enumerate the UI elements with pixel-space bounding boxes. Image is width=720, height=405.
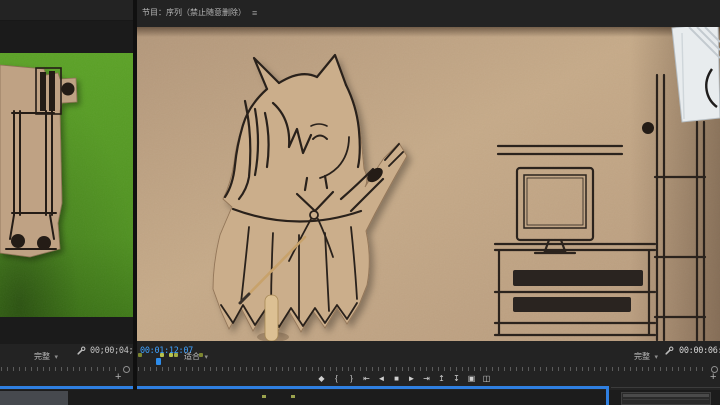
go-to-in-icon[interactable]: ⇤ [362, 374, 371, 384]
sequence-marker[interactable] [199, 353, 203, 357]
sequence-marker[interactable] [169, 353, 173, 357]
program-panel-title: 节目：序列（禁止随意删除） [142, 7, 246, 18]
panel-menu-icon[interactable]: ≡ [252, 8, 257, 18]
focused-panel-border [137, 386, 607, 389]
timeline-clip-sliver [291, 395, 295, 398]
chevron-down-icon: ▾ [54, 354, 58, 361]
playhead[interactable] [156, 358, 161, 365]
premiere-workspace: 完整 ▾ 00;00;04;34 + 节目：序列（禁止随意删除） ≡ [0, 0, 720, 405]
sequence-marker[interactable] [174, 353, 178, 357]
lift-icon[interactable]: ↥ [437, 374, 446, 384]
program-video-area[interactable] [137, 27, 720, 341]
zoom-level-dropdown[interactable]: 适合 ▾ [184, 346, 208, 364]
mark-out-icon[interactable]: } [347, 374, 356, 384]
transport-controls: ◆ { } ⇤ ◄ ■ ► ⇥ ↥ ↧ ▣ ◫ [317, 373, 491, 385]
step-forward-icon[interactable]: ► [407, 374, 416, 384]
focused-panel-border [0, 386, 133, 389]
wrench-icon[interactable] [665, 346, 674, 355]
resolution-label: 完整 [34, 352, 50, 361]
source-monitor-panel[interactable]: 完整 ▾ 00;00;04;34 + [0, 0, 133, 390]
timeline-clip-sliver [262, 395, 266, 398]
panel-border [611, 387, 720, 388]
source-button-editor[interactable]: + [115, 372, 121, 383]
mark-in-icon[interactable]: { [332, 374, 341, 384]
program-monitor-panel[interactable]: 节目：序列（禁止随意删除） ≡ [137, 0, 720, 390]
side-panel-sliver[interactable] [621, 392, 711, 405]
extract-icon[interactable]: ↧ [452, 374, 461, 384]
chevron-down-icon: ▾ [654, 354, 658, 361]
sequence-marker[interactable] [160, 353, 164, 357]
focused-panel-border [606, 386, 609, 405]
wrench-icon[interactable] [77, 346, 86, 355]
side-panel-sliver-header [623, 394, 709, 397]
step-back-icon[interactable]: ◄ [377, 374, 386, 384]
source-scrubber[interactable] [1, 367, 119, 371]
zoom-level-label: 适合 [184, 352, 200, 361]
program-video-frame [137, 27, 720, 341]
source-video-area[interactable] [0, 21, 133, 344]
timeline-scrollbar-thumb[interactable] [0, 391, 68, 405]
go-to-out-icon[interactable]: ⇥ [422, 374, 431, 384]
comparison-view-icon[interactable]: ◫ [482, 374, 491, 384]
bottom-panels-sliver [0, 390, 720, 405]
side-panel-sliver-row [623, 399, 709, 400]
playback-resolution-dropdown[interactable]: 完整 ▾ [34, 346, 58, 364]
chevron-down-icon: ▾ [204, 354, 208, 361]
source-video-frame [0, 53, 133, 317]
playback-resolution-dropdown[interactable]: 完整 ▾ [634, 346, 658, 364]
program-duration-timecode: 00:00:06:44 [679, 346, 720, 356]
resolution-label: 完整 [634, 352, 650, 361]
export-frame-icon[interactable]: ▣ [467, 374, 476, 384]
add-marker-icon[interactable]: ◆ [317, 374, 326, 384]
play-stop-icon[interactable]: ■ [392, 374, 401, 384]
source-zoom-handle[interactable] [123, 366, 130, 373]
sequence-marker[interactable] [138, 353, 142, 357]
program-button-editor[interactable]: + [710, 372, 716, 383]
program-scrubber[interactable] [138, 367, 706, 371]
